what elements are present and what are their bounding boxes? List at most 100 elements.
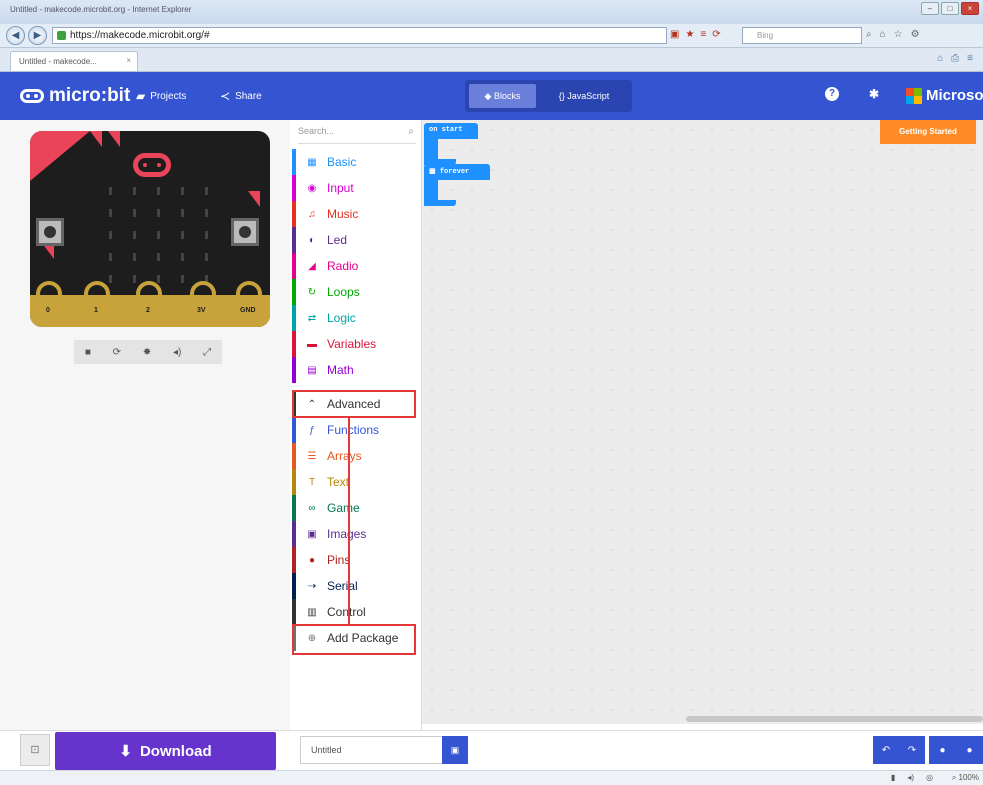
- compat-icon[interactable]: ▣: [670, 29, 679, 40]
- home-icon[interactable]: ⌂: [937, 53, 943, 64]
- print-icon[interactable]: ⎙: [951, 53, 959, 64]
- maximize-icon[interactable]: □: [941, 2, 959, 15]
- toolbox-category-radio[interactable]: ◢ Radio: [292, 253, 412, 279]
- toolbox-category-basic[interactable]: ▦ Basic: [292, 149, 412, 175]
- save-button[interactable]: ▣: [442, 736, 468, 764]
- toggle-icon: ◐: [308, 234, 316, 246]
- corner-decoration: [90, 131, 102, 147]
- led: [205, 209, 208, 217]
- toolbox-category-loops[interactable]: ↻ Loops: [292, 279, 412, 305]
- share-button[interactable]: ≺ Share: [220, 89, 262, 103]
- getting-started-button[interactable]: Getting Started: [880, 120, 976, 144]
- button-a[interactable]: [36, 218, 64, 246]
- button-b[interactable]: [231, 218, 259, 246]
- zoom-level[interactable]: ⌕ 100%: [952, 773, 979, 783]
- toolbox-category-led[interactable]: ◐ Led: [292, 227, 412, 253]
- tab-close-icon[interactable]: ×: [126, 56, 131, 65]
- projects-button[interactable]: ▰ Projects: [136, 89, 186, 103]
- close-icon[interactable]: ×: [961, 2, 979, 15]
- favorite-icon[interactable]: ★: [685, 29, 694, 40]
- pin-0[interactable]: [36, 281, 62, 307]
- toolbox-category-logic[interactable]: ⇄ Logic: [292, 305, 412, 331]
- star-icon[interactable]: ☆: [894, 29, 903, 40]
- pin-label: GND: [240, 307, 256, 314]
- gear-icon[interactable]: ✱: [867, 87, 881, 101]
- project-name-input[interactable]: Untitled: [300, 736, 442, 764]
- gear-icon[interactable]: ⚙: [911, 29, 920, 40]
- home-icon[interactable]: ⌂: [880, 29, 886, 40]
- toolbox-category-arrays[interactable]: ☰ Arrays: [292, 443, 412, 469]
- target-icon: ◉: [307, 182, 317, 194]
- zoom-in-icon[interactable]: ●: [966, 745, 972, 756]
- toolbox-category-math[interactable]: ▤ Math: [292, 357, 412, 383]
- on-start-block-body[interactable]: [424, 139, 456, 165]
- category-label: Music: [327, 207, 359, 221]
- toolbox-category-game[interactable]: ∞ Game: [292, 495, 412, 521]
- help-icon[interactable]: ?: [825, 87, 839, 101]
- feed-icon[interactable]: ≡: [700, 29, 706, 40]
- forever-block-body[interactable]: [424, 180, 456, 206]
- browser-search-input[interactable]: Bing: [742, 27, 862, 44]
- category-label: Led: [327, 233, 348, 247]
- share-icon: ≺: [220, 89, 231, 103]
- led: [157, 275, 160, 283]
- window-controls: – □ ×: [921, 2, 979, 15]
- led: [133, 275, 136, 283]
- toolbox-category-images[interactable]: ▣ Images: [292, 521, 412, 547]
- toolbox-category-pins[interactable]: ● Pins: [292, 547, 412, 573]
- logo-text: micro:bit: [49, 85, 131, 106]
- save-icon: ▣: [450, 745, 460, 755]
- toolbox-category-variables[interactable]: ▬ Variables: [292, 331, 412, 357]
- javascript-tab[interactable]: {} JavaScript: [541, 84, 627, 108]
- microsoft-label: Microsoft: [926, 87, 983, 104]
- led: [157, 231, 160, 239]
- stop-icon[interactable]: ■: [85, 347, 91, 358]
- forever-block[interactable]: ▦ forever: [424, 164, 490, 180]
- toolbox-category-music[interactable]: ♫ Music: [292, 201, 412, 227]
- microbit-logo[interactable]: micro:bit: [20, 85, 130, 107]
- text-icon: T: [308, 476, 316, 488]
- pin-1[interactable]: [84, 281, 110, 307]
- pin-icon: ●: [308, 554, 316, 566]
- redo-icon[interactable]: ↷: [908, 745, 916, 756]
- browser-tab[interactable]: Untitled - makecode... ×: [10, 51, 138, 71]
- url-field[interactable]: https://makecode.microbit.org/#: [52, 27, 667, 44]
- toolbox-category-control[interactable]: ▥ Control: [292, 599, 412, 625]
- toolbox-category-functions[interactable]: ƒ Functions: [292, 417, 412, 443]
- window-titlebar: Untitled - makecode.microbit.org - Inter…: [0, 0, 983, 24]
- toolbox-category-serial[interactable]: ⇢ Serial: [292, 573, 412, 599]
- pin-3v[interactable]: [190, 281, 216, 307]
- zoom-group: ● ●: [929, 736, 983, 764]
- undo-icon[interactable]: ↶: [882, 745, 890, 756]
- refresh-icon[interactable]: ⟳: [712, 29, 720, 40]
- blocks-label: Blocks: [493, 91, 521, 101]
- restart-icon[interactable]: ⟳: [113, 347, 121, 358]
- led: [109, 231, 112, 239]
- pin-gnd[interactable]: [236, 281, 262, 307]
- workspace-scrollbar[interactable]: [686, 716, 983, 722]
- blocks-tab[interactable]: ◆ Blocks: [469, 84, 536, 108]
- tab-strip: Untitled - makecode... × ⌂ ⎙ ≡: [0, 48, 983, 72]
- zoom-out-icon[interactable]: ●: [939, 745, 945, 756]
- back-icon[interactable]: ◀: [6, 26, 25, 45]
- category-label: Control: [327, 605, 366, 619]
- blocks-workspace[interactable]: on start ▦ forever: [422, 120, 983, 724]
- highlight-advanced: [292, 390, 416, 418]
- collapse-simulator-button[interactable]: ⊡: [20, 734, 50, 766]
- microsoft-logo[interactable]: Microsoft: [906, 87, 983, 104]
- mute-icon[interactable]: ◂): [173, 347, 181, 358]
- minimize-icon[interactable]: –: [921, 2, 939, 15]
- toolbox-category-text[interactable]: T Text: [292, 469, 412, 495]
- fullscreen-icon[interactable]: ⤢: [203, 347, 211, 358]
- microbit-simulator[interactable]: 0 1 2 3V GND: [30, 131, 270, 327]
- toolbox-search-input[interactable]: Search... ⌕: [298, 126, 416, 144]
- forward-icon[interactable]: ▶: [28, 26, 47, 45]
- pin-2[interactable]: [136, 281, 162, 307]
- on-start-block[interactable]: on start: [424, 123, 478, 139]
- search-icon[interactable]: ⌕: [866, 29, 872, 40]
- toolbox-category-input[interactable]: ◉ Input: [292, 175, 412, 201]
- menu-icon[interactable]: ≡: [967, 53, 973, 64]
- led: [157, 209, 160, 217]
- download-button[interactable]: ⬇ Download: [55, 732, 276, 770]
- debug-icon[interactable]: ✸: [143, 347, 151, 358]
